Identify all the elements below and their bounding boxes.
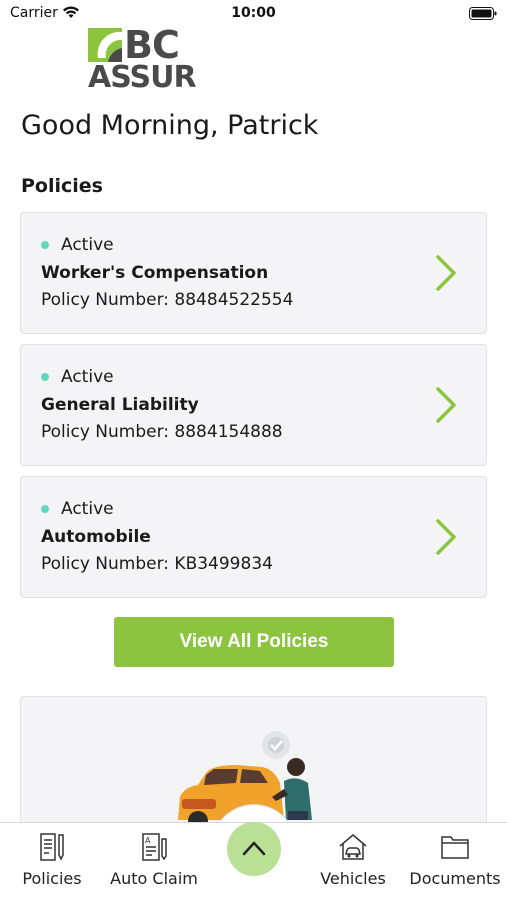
- chevron-right-icon[interactable]: [434, 517, 458, 557]
- policy-number: Policy Number: 8884154888: [41, 422, 283, 442]
- policy-name: Automobile: [41, 527, 151, 547]
- tab-label: Documents: [409, 869, 501, 888]
- clock: 10:00: [231, 5, 276, 21]
- policy-name: General Liability: [41, 395, 199, 415]
- policy-number: Policy Number: KB3499834: [41, 554, 273, 574]
- policy-status: Active: [41, 235, 114, 255]
- active-status-dot: [41, 373, 49, 381]
- expand-menu-button[interactable]: [227, 822, 281, 876]
- tab-auto-claim[interactable]: A Auto Claim: [104, 831, 204, 891]
- logo-mark-icon: [88, 28, 122, 62]
- policy-document-icon: [40, 833, 64, 861]
- policy-status: Active: [41, 499, 114, 519]
- claim-form-icon: A: [142, 833, 167, 861]
- brand-logo: BC ASSUR: [88, 23, 197, 96]
- policy-card[interactable]: Active Automobile Policy Number: KB34998…: [20, 476, 487, 598]
- policy-number: Policy Number: 88484522554: [41, 290, 294, 310]
- policy-name: Worker's Compensation: [41, 263, 269, 283]
- policy-status-label: Active: [61, 235, 114, 255]
- battery-icon: [469, 7, 497, 20]
- policy-status-label: Active: [61, 367, 114, 387]
- chevron-up-icon: [242, 841, 266, 856]
- svg-text:A: A: [145, 836, 151, 845]
- policy-status-label: Active: [61, 499, 114, 519]
- tab-policies[interactable]: Policies: [2, 831, 102, 891]
- folder-icon: [441, 836, 469, 859]
- chevron-right-icon[interactable]: [434, 385, 458, 425]
- tab-label: Policies: [22, 869, 82, 888]
- status-bar: Carrier 10:00: [0, 0, 507, 28]
- car-house-icon: [339, 834, 367, 860]
- chevron-right-icon[interactable]: [434, 253, 458, 293]
- tab-documents[interactable]: Documents: [405, 831, 505, 891]
- view-all-policies-button[interactable]: View All Policies: [114, 617, 394, 667]
- logo-text-top: BC: [124, 23, 180, 67]
- policy-card[interactable]: Active Worker's Compensation Policy Numb…: [20, 212, 487, 334]
- greeting-heading: Good Morning, Patrick: [21, 110, 319, 141]
- tab-label: Auto Claim: [110, 869, 198, 888]
- tab-vehicles[interactable]: Vehicles: [303, 831, 403, 891]
- policy-card[interactable]: Active General Liability Policy Number: …: [20, 344, 487, 466]
- active-status-dot: [41, 505, 49, 513]
- active-status-dot: [41, 241, 49, 249]
- policies-section-title: Policies: [21, 175, 103, 197]
- logo-text-bottom: ASSUR: [88, 60, 197, 95]
- policy-status: Active: [41, 367, 114, 387]
- tab-label: Vehicles: [320, 869, 386, 888]
